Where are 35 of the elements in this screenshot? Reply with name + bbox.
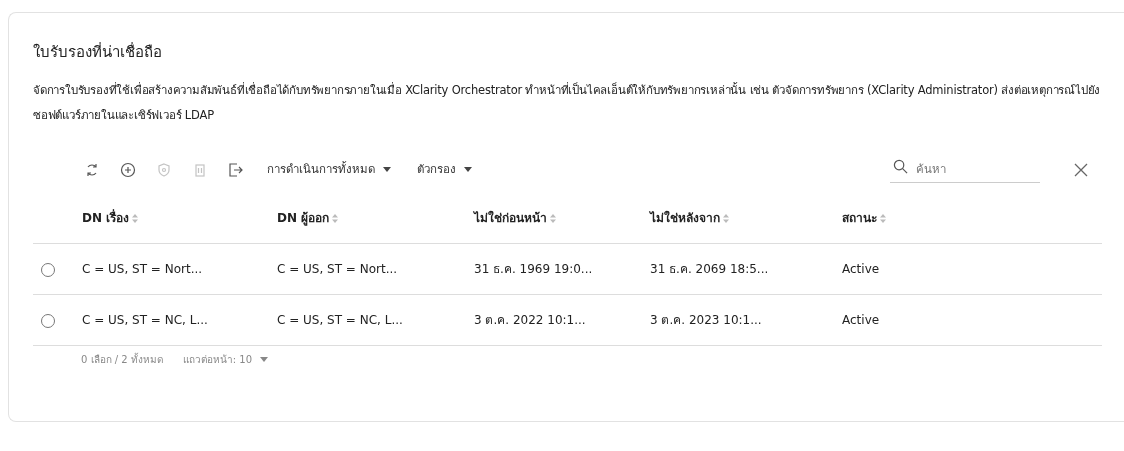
caret-icon — [260, 357, 269, 362]
table-cell: Active — [842, 313, 880, 327]
dropdown-menu[interactable]: การดำเนินการทั้งหมด — [261, 160, 397, 179]
rows-per-page-dropdown[interactable]: แถวต่อหน้า: 10 — [182, 352, 269, 367]
sort-icon[interactable] — [550, 214, 556, 224]
table-cell: C = US, ST = Nort... — [82, 262, 203, 276]
refresh-icon — [84, 161, 100, 178]
add-icon — [120, 161, 136, 178]
table-cell: C = US, ST = NC, L... — [277, 313, 403, 327]
close-icon — [1074, 162, 1088, 177]
column-header[interactable]: ไม่ใช่หลังจาก — [650, 211, 720, 226]
sort-icon[interactable] — [723, 214, 729, 224]
table-cell: C = US, ST = Nort... — [277, 262, 398, 276]
table-cell: 3 ต.ค. 2023 10:1... — [650, 313, 762, 327]
sort-icon[interactable] — [880, 214, 886, 224]
description: จัดการใบรับรองที่ใช้เพื่อสร้างความสัมพันธ์ที่เชื่อถือได้กับทรัพยากรภายในเมื่อ XClarity Orchestrator ทำหน้าที่เป็นไคลเอ็นต์ให้กับทรัพยากรเหล่านั้น เช่น ตัวจัดการทรัพยากร (XClarity Administrator) ส่งต่อเหตุการณ์ไปยังซอฟต์แวร์ภายในและเซิร์ฟเวอร์ LDAP — [33, 81, 1102, 124]
table-cell: 31 ธ.ค. 2069 18:5... — [650, 262, 769, 276]
sort-icon[interactable] — [132, 214, 139, 224]
column-header[interactable]: DN เรื่อง — [82, 211, 130, 226]
dropdown-menu[interactable]: ตัวกรอง — [411, 160, 478, 179]
export-icon — [228, 161, 244, 178]
sort-icon[interactable] — [332, 214, 339, 224]
trash-icon — [192, 161, 208, 178]
table-cell: 31 ธ.ค. 1969 19:0... — [474, 262, 593, 276]
selection-count: 0 เลือก / 2 ทั้งหมด — [81, 352, 163, 367]
card-title: ใบรับรองที่น่าเชื่อถือ — [33, 41, 163, 63]
column-header[interactable]: ไม่ใช่ก่อนหน้า — [474, 211, 547, 226]
caret-icon — [383, 167, 391, 172]
column-header[interactable]: สถานะ — [842, 211, 877, 226]
shield-icon — [156, 161, 172, 178]
table-cell: Active — [842, 262, 880, 276]
table-cell: C = US, ST = NC, L... — [82, 313, 208, 327]
caret-icon — [464, 167, 472, 172]
column-header[interactable]: DN ผู้ออก — [277, 211, 330, 226]
table-cell: 3 ต.ค. 2022 10:1... — [474, 313, 586, 327]
